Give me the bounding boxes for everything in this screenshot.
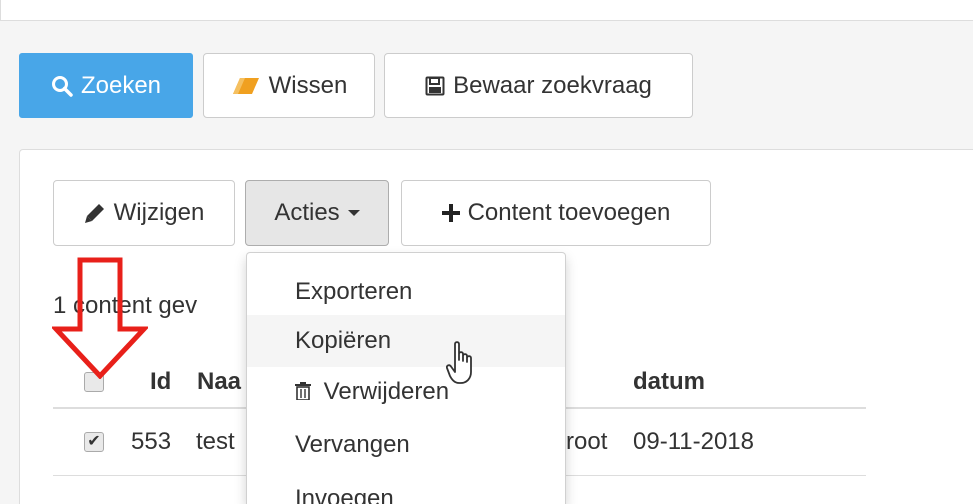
row-checkbox[interactable]: ✔ xyxy=(84,432,104,452)
floppy-disk-icon xyxy=(425,76,445,96)
pencil-icon xyxy=(84,202,106,224)
actions-dropdown-button[interactable]: Acties xyxy=(245,180,389,246)
row-id: 553 xyxy=(131,428,172,455)
search-button[interactable]: Zoeken xyxy=(19,53,193,118)
menu-item-replace[interactable]: Vervangen xyxy=(247,419,565,471)
red-arrow-annotation-icon xyxy=(50,257,150,384)
add-content-button-label: Content toevoegen xyxy=(467,199,671,226)
menu-item-delete[interactable]: Verwijderen xyxy=(247,366,565,418)
column-header-date[interactable]: datum xyxy=(633,368,705,396)
menu-item-export-label: Exporteren xyxy=(295,278,413,305)
plus-icon xyxy=(441,204,460,222)
search-icon xyxy=(51,75,73,97)
clear-button-label: Wissen xyxy=(268,71,348,99)
edit-button[interactable]: Wijzigen xyxy=(53,180,235,246)
checkmark-icon: ✔ xyxy=(87,433,101,450)
menu-item-insert[interactable]: Invoegen xyxy=(247,473,565,504)
top-panel xyxy=(0,0,973,21)
edit-button-label: Wijzigen xyxy=(113,199,205,226)
clear-button[interactable]: Wissen xyxy=(203,53,375,118)
caret-down-icon xyxy=(347,210,360,216)
row-owner: root xyxy=(566,428,608,455)
search-button-label: Zoeken xyxy=(80,71,162,99)
eraser-icon xyxy=(231,76,261,96)
save-query-button[interactable]: Bewaar zoekvraag xyxy=(384,53,693,118)
column-header-id[interactable]: Id xyxy=(150,368,171,396)
menu-item-insert-label: Invoegen xyxy=(295,485,394,504)
row-date: 09-11-2018 xyxy=(633,428,754,455)
hand-pointer-icon xyxy=(445,340,482,391)
save-query-button-label: Bewaar zoekvraag xyxy=(453,71,652,99)
menu-item-replace-label: Vervangen xyxy=(295,431,410,458)
trash-icon xyxy=(295,381,311,400)
actions-menu: Exporteren Kopiëren Verwijderen Vervange… xyxy=(246,252,566,504)
menu-item-delete-label: Verwijderen xyxy=(323,378,450,405)
add-content-button[interactable]: Content toevoegen xyxy=(401,180,711,246)
menu-item-copy[interactable]: Kopiëren xyxy=(247,315,565,367)
menu-item-copy-label: Kopiëren xyxy=(295,327,392,354)
actions-button-label: Acties xyxy=(274,199,340,226)
column-header-name[interactable]: Naa xyxy=(197,368,241,396)
row-name[interactable]: test xyxy=(196,428,235,456)
menu-item-export[interactable]: Exporteren xyxy=(247,266,565,318)
